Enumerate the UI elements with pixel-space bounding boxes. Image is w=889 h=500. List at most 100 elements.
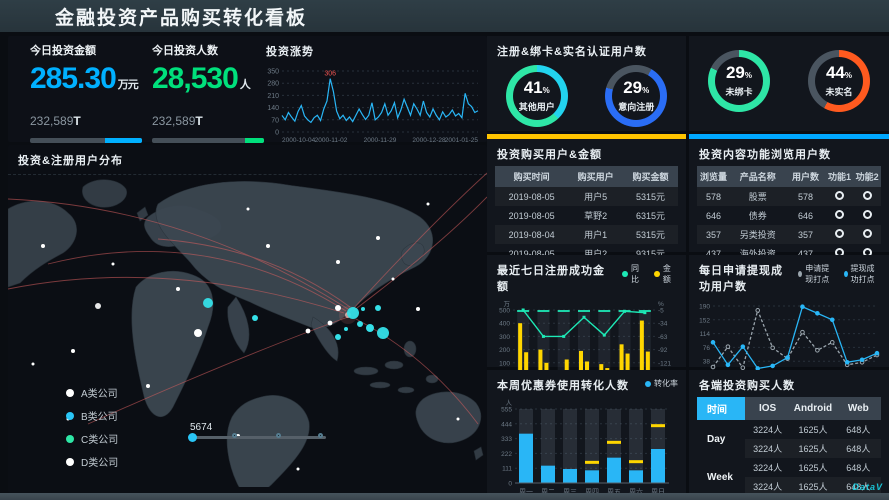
table-cell: 357 (697, 225, 730, 244)
kpi-people-value: 28,530人 (152, 64, 264, 100)
group-label: Week (697, 458, 745, 496)
legend-item[interactable]: 金额 (654, 263, 678, 285)
coupon-chart-panel: 本周优惠券使用转化人数 转化率 人0111222333444555周一周二周三周… (487, 370, 686, 493)
table-cell-function[interactable] (826, 225, 854, 244)
map-legend-item[interactable]: D类公司 (66, 454, 118, 469)
table-cell: 648人 (836, 458, 881, 477)
donut-意向注册[interactable]: 29% 意向注册 (605, 65, 667, 127)
column-header[interactable]: 用户数 (785, 166, 825, 187)
map-legend: A类公司 B类公司 C类公司 D类公司 (66, 377, 118, 469)
table-cell: 1625人 (790, 420, 835, 439)
legend-dot-icon (645, 381, 651, 387)
svg-text:2000-12-28: 2000-12-28 (412, 137, 446, 144)
donut-value: 29% (623, 80, 649, 99)
svg-text:555: 555 (501, 407, 512, 414)
svg-text:280: 280 (267, 81, 279, 88)
kpi-amount-unit: 万元 (118, 79, 138, 91)
legend-dot-icon (622, 271, 628, 277)
withdraw-chart-panel: 每日申请提现成功用户数 申请提现打点 提现成功打点 03876114152190… (689, 255, 889, 367)
page-title: 金融投资产品购买转化看板 (0, 3, 307, 30)
column-header[interactable]: 购买金额 (623, 166, 678, 187)
legend-item[interactable]: 提现成功打点 (844, 263, 881, 285)
map-legend-item[interactable]: B类公司 (66, 408, 118, 423)
table-cell: 578 (785, 187, 825, 206)
svg-text:38: 38 (703, 359, 711, 366)
table-row[interactable]: 578股票578 (697, 187, 881, 206)
column-header[interactable]: 购买时间 (495, 166, 568, 187)
column-header[interactable]: Android (790, 397, 835, 420)
donut-其他用户[interactable]: 41% 其他用户 (506, 65, 568, 127)
table-cell-function[interactable] (853, 206, 881, 225)
svg-text:190: 190 (699, 304, 710, 311)
svg-text:200: 200 (499, 347, 510, 354)
table-header-row: 浏览量产品名称用户数功能1功能2 (697, 166, 881, 187)
table-row[interactable]: 646债券646 (697, 206, 881, 225)
column-header[interactable]: 时间 (697, 397, 745, 420)
withdraw-legend: 申请提现打点 提现成功打点 (798, 255, 889, 285)
svg-text:152: 152 (699, 317, 710, 324)
footer-bar (0, 493, 889, 500)
slider-handle[interactable] (188, 433, 197, 442)
column-header[interactable]: 功能2 (853, 166, 881, 187)
donut-label: 未实名 (825, 85, 852, 98)
donut-未实名[interactable]: 44% 未实名 (808, 50, 870, 112)
table-row[interactable]: 2019-08-04用户15315元 (495, 225, 678, 244)
trend-chart[interactable]: 0701402102803503062000-10-042000-11-0220… (256, 63, 487, 150)
kpi-people-label: 今日投资人数 (152, 42, 264, 58)
column-header[interactable]: IOS (745, 397, 790, 420)
svg-text:111: 111 (502, 466, 512, 473)
column-header[interactable]: Web (836, 397, 881, 420)
slider-track[interactable] (190, 436, 326, 439)
coupon-chart[interactable]: 人0111222333444555周一周二周三周四周五周六周日 (487, 397, 686, 500)
legend-dot-icon (66, 412, 74, 420)
seven-day-chart-title: 最近七日注册成功金额 (487, 255, 622, 298)
svg-text:300: 300 (499, 334, 510, 341)
svg-text:0: 0 (508, 481, 512, 488)
table-cell: 1625人 (790, 439, 835, 458)
donut-row-left: 41% 其他用户 29% 意向注册 (487, 63, 686, 127)
slider-stop-2[interactable] (276, 433, 281, 438)
column-header[interactable]: 产品名称 (730, 166, 785, 187)
table-row[interactable]: Day3224人1625人648人 (697, 420, 881, 439)
column-header[interactable]: 功能1 (826, 166, 854, 187)
map-legend-item[interactable]: A类公司 (66, 385, 118, 400)
svg-text:210: 210 (267, 93, 279, 100)
map-legend-item[interactable]: C类公司 (66, 431, 118, 446)
donut-未绑卡[interactable]: 29% 未绑卡 (708, 50, 770, 112)
withdraw-chart-title: 每日申请提现成功用户数 (689, 255, 798, 298)
legend-item[interactable]: 同比 (622, 263, 646, 285)
table-cell-function[interactable] (853, 225, 881, 244)
map-timeline-slider[interactable]: 5674 (190, 422, 326, 439)
svg-text:400: 400 (499, 321, 510, 328)
table-row[interactable]: 2019-08-05用户55315元 (495, 187, 678, 206)
kpi-amount-label: 今日投资金额 (30, 42, 142, 58)
title-bar: 金融投资产品购买转化看板 (0, 0, 889, 32)
svg-text:2000-11-29: 2000-11-29 (364, 137, 397, 144)
slider-stop-1[interactable] (232, 433, 237, 438)
donut-panel-title: 注册&绑卡&实名认证用户数 (487, 36, 686, 63)
table-cell: 5315元 (623, 225, 678, 244)
legend-item[interactable]: 申请提现打点 (798, 263, 835, 285)
table-row[interactable]: 357另类投资357 (697, 225, 881, 244)
column-header[interactable]: 购买用户 (568, 166, 623, 187)
function-ring-icon (863, 229, 872, 238)
table-row[interactable]: 2019-08-05草野26315元 (495, 206, 678, 225)
column-header[interactable]: 浏览量 (697, 166, 730, 187)
table-cell: 578 (697, 187, 730, 206)
table-cell-function[interactable] (826, 206, 854, 225)
legend-item[interactable]: 转化率 (645, 378, 678, 389)
svg-text:2001-01-25: 2001-01-25 (445, 137, 479, 144)
table-cell-function[interactable] (853, 187, 881, 206)
table-cell: 6315元 (623, 206, 678, 225)
table-cell-function[interactable] (826, 187, 854, 206)
svg-text:100: 100 (499, 360, 510, 367)
table-row[interactable]: Week3224人1625人648人 (697, 458, 881, 477)
map-panel: 投资&注册用户分布 (8, 145, 487, 493)
table-cell: 648人 (836, 439, 881, 458)
dashboard-root: 金融投资产品购买转化看板 今日投资金额 285.30万元 232,589T 今日… (0, 0, 889, 500)
kpi-amount-sub: 232,589T (30, 114, 142, 128)
slider-stop-3[interactable] (318, 433, 323, 438)
function-ring-icon (863, 191, 872, 200)
table-cell: 股票 (730, 187, 785, 206)
svg-text:-121: -121 (658, 360, 671, 367)
